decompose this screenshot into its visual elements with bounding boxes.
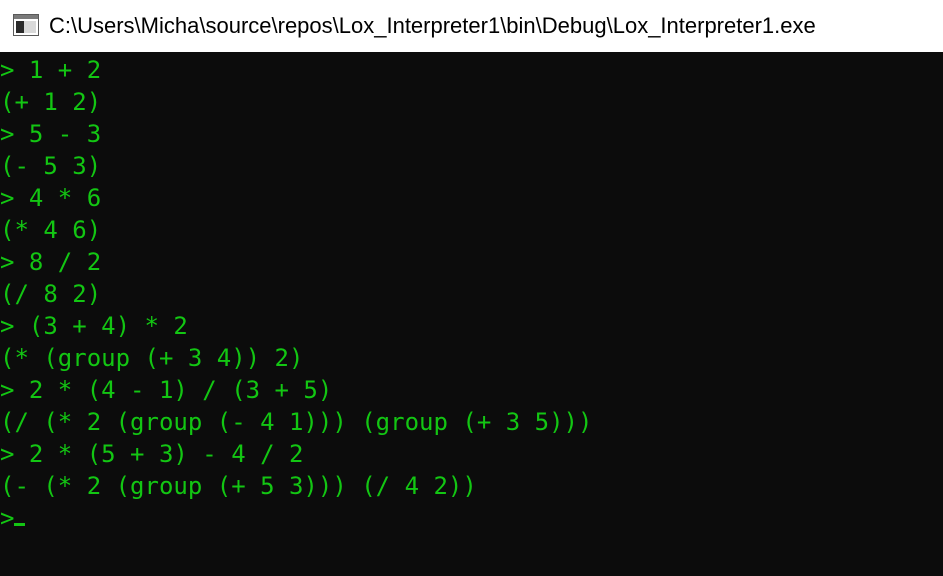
text-cursor — [14, 523, 26, 526]
console-line-input: > 4 * 6 — [0, 184, 102, 212]
console-line-output: (- (* 2 (group (+ 5 3))) (/ 4 2)) — [0, 472, 477, 500]
console-line-output: (- 5 3) — [0, 152, 102, 180]
console-output[interactable]: > 1 + 2 (+ 1 2) > 5 - 3 (- 5 3) > 4 * 6 … — [0, 54, 943, 576]
console-line-output: (/ (* 2 (group (- 4 1))) (group (+ 3 5))… — [0, 408, 593, 436]
console-line-input: > 8 / 2 — [0, 248, 102, 276]
window-title: C:\Users\Micha\source\repos\Lox_Interpre… — [49, 13, 816, 38]
console-line-input: > 2 * (4 - 1) / (3 + 5) — [0, 376, 333, 404]
console-prompt-line[interactable]: > — [0, 502, 943, 534]
console-app-icon — [13, 14, 39, 36]
console-line-output: (/ 8 2) — [0, 280, 102, 308]
console-prompt: > — [0, 504, 15, 532]
console-line-input: > 2 * (5 + 3) - 4 / 2 — [0, 440, 304, 468]
console-line-output: (* 4 6) — [0, 216, 102, 244]
console-window: C:\Users\Micha\source\repos\Lox_Interpre… — [0, 0, 943, 576]
console-line-input: > 1 + 2 — [0, 56, 102, 84]
console-line-output: (* (group (+ 3 4)) 2) — [0, 344, 304, 372]
console-line-input: > 5 - 3 — [0, 120, 102, 148]
console-line-input: > (3 + 4) * 2 — [0, 312, 188, 340]
title-bar[interactable]: C:\Users\Micha\source\repos\Lox_Interpre… — [0, 0, 943, 52]
console-line-output: (+ 1 2) — [0, 88, 102, 116]
